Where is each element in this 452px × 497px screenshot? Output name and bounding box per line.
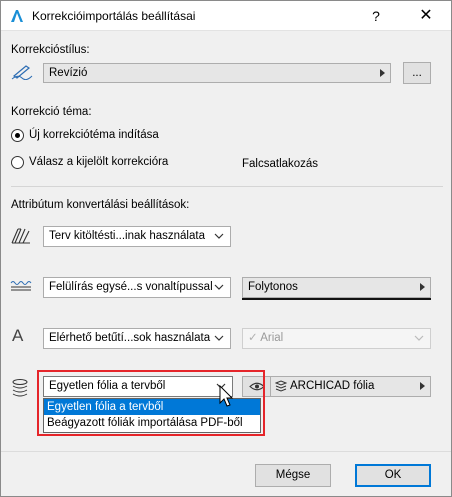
font-select-value: Elérhető betűtí...sok használata (49, 332, 211, 344)
archicad-icon (11, 10, 23, 22)
line-type-value: Folytonos (248, 281, 298, 293)
attr-label: Attribútum konvertálási beállítások: (11, 199, 190, 211)
line-type-preview (242, 298, 431, 300)
line-type-field[interactable]: Folytonos (242, 277, 431, 298)
font-select[interactable]: Elérhető betűtí...sok használata (43, 328, 231, 349)
ok-button[interactable]: OK (355, 464, 431, 487)
layer-value: ARCHICAD fólia (290, 380, 375, 392)
fill-select[interactable]: Terv kitöltésti...inak használata (43, 226, 231, 247)
chevron-down-icon (414, 335, 424, 341)
fill-hatch-icon (11, 228, 30, 244)
browse-button[interactable]: ... (403, 62, 431, 84)
font-icon: A (12, 326, 24, 345)
field-arrow-icon (380, 69, 385, 77)
style-label: Korrekcióstílus: (11, 44, 90, 56)
footer-separator (1, 451, 451, 452)
check-icon: ✓ (248, 332, 258, 344)
chevron-down-icon (214, 284, 224, 290)
chevron-down-icon (214, 335, 224, 341)
style-value: Revízió (49, 67, 88, 79)
line-select[interactable]: Felülírás egysé...s vonaltípussal (43, 277, 231, 298)
layers-icon (12, 379, 28, 397)
title-bar: Korrekcióimportálás beállításai ? ✕ (1, 1, 451, 31)
close-button[interactable]: ✕ (406, 3, 446, 29)
radio-new-topic-label: Új korrekciótéma indítása (29, 129, 159, 141)
layer-small-icon (275, 380, 287, 392)
dialog-window: Korrekcióimportálás beállításai ? ✕ Korr… (0, 0, 452, 497)
radio-new-topic[interactable] (11, 129, 24, 142)
cancel-button[interactable]: Mégse (255, 464, 331, 487)
fill-select-value: Terv kitöltésti...inak használata (49, 230, 205, 242)
field-arrow-icon (420, 283, 425, 291)
radio-reply-topic-label: Válasz a kijelölt korrekcióra (29, 156, 169, 168)
chevron-down-icon (214, 233, 224, 239)
separator (11, 186, 443, 187)
line-select-value: Felülírás egysé...s vonaltípussal (49, 281, 213, 293)
topic-side-text: Falcsatlakozás (242, 158, 319, 170)
style-field[interactable]: Revízió (43, 63, 391, 83)
topic-label: Korrekció téma: (11, 106, 92, 118)
highlight-callout (37, 370, 265, 436)
field-arrow-icon (420, 382, 425, 390)
line-type-icon (10, 281, 32, 291)
help-button[interactable]: ? (361, 3, 391, 29)
font-name-value: Arial (260, 332, 284, 344)
window-title: Korrekcióimportálás beállításai (32, 9, 196, 23)
font-name-select: ✓ Arial (242, 328, 431, 349)
radio-reply-topic[interactable] (11, 156, 24, 169)
pen-icon (11, 65, 33, 80)
layer-field[interactable]: ARCHICAD fólia (242, 376, 431, 397)
